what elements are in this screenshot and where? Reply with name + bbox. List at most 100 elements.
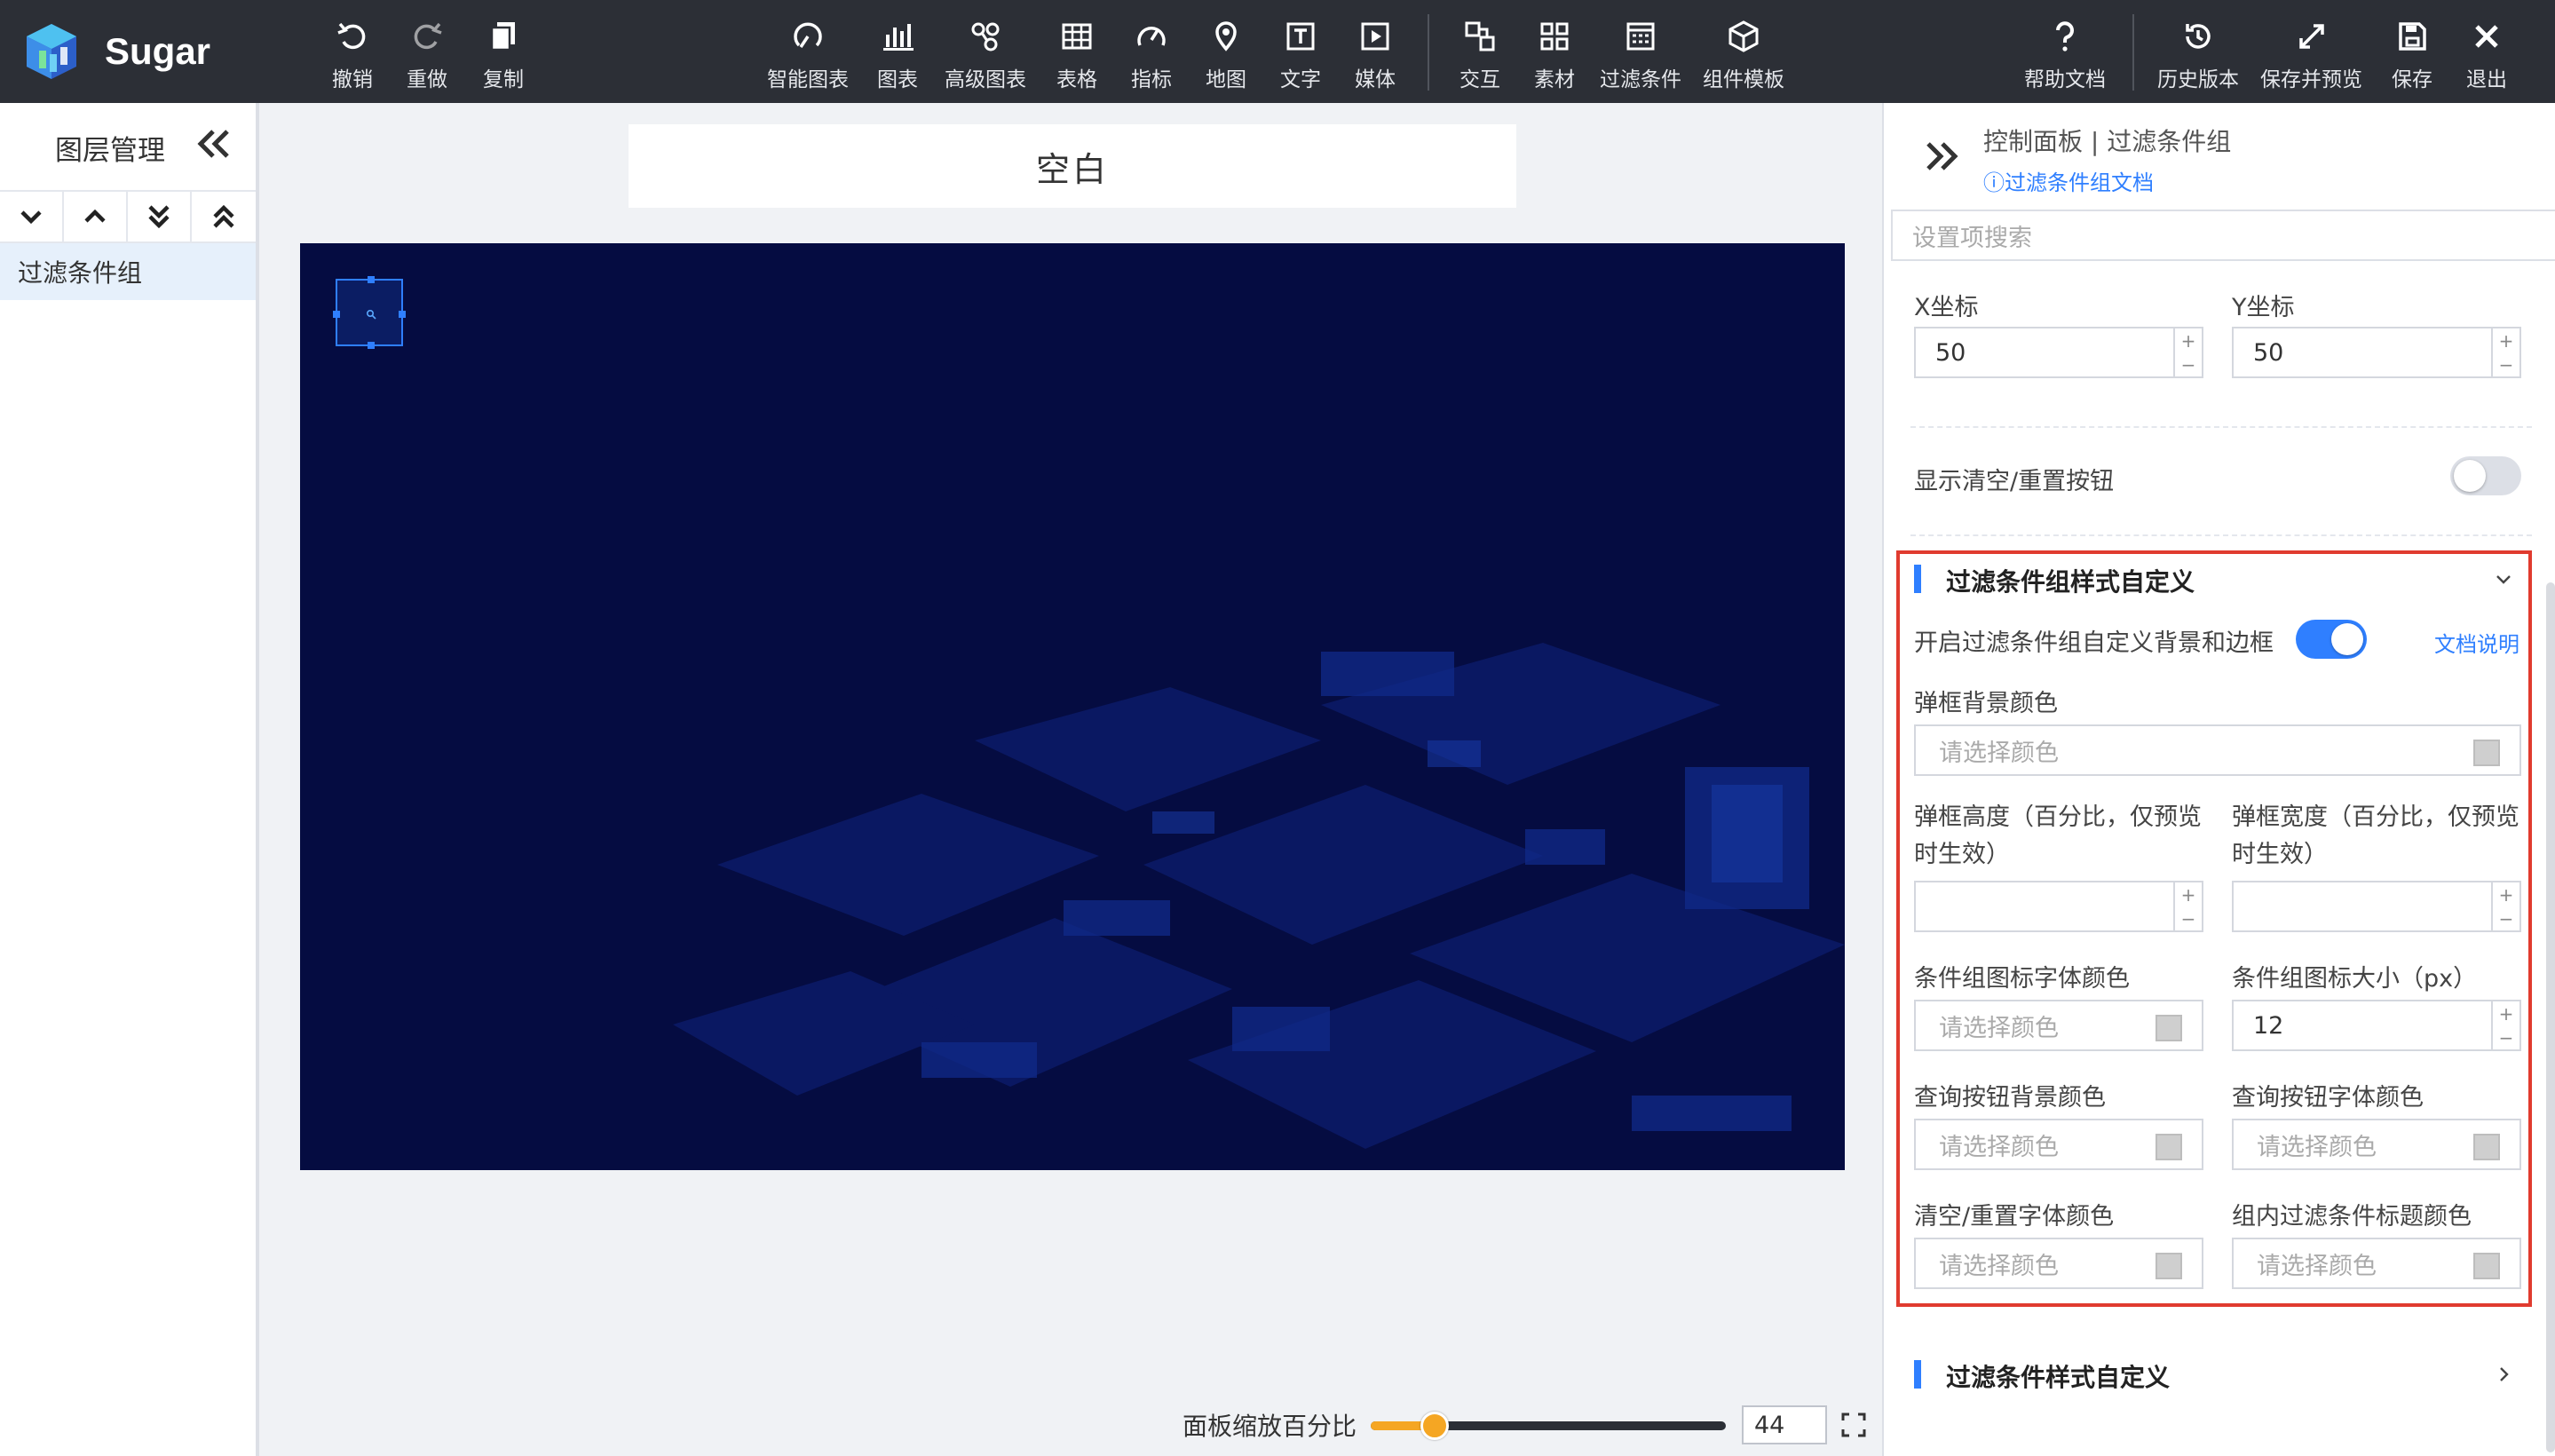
dashboard-canvas[interactable] [300, 243, 1845, 1170]
popup-width-input[interactable]: + − [2232, 881, 2521, 932]
move-top-button[interactable] [192, 192, 256, 241]
chevron-down-icon[interactable] [2493, 568, 2514, 590]
city-background-image [300, 243, 1845, 1149]
help-docs-button[interactable]: 帮助文档 [2024, 16, 2106, 96]
filter-button[interactable]: 过滤条件 [1600, 16, 1681, 96]
stepper-minus[interactable]: − [2499, 1027, 2514, 1048]
text-button[interactable]: 文字 [1280, 16, 1321, 96]
icon-size-input[interactable]: 12 + − [2232, 1000, 2521, 1051]
advanced-chart-button[interactable]: 高级图表 [945, 16, 1026, 96]
color-placeholder: 请选择颜色 [2257, 1252, 2377, 1280]
smart-chart-button[interactable]: 智能图表 [767, 16, 849, 96]
exit-button[interactable]: 退出 [2466, 16, 2507, 96]
doc-explanation-link[interactable]: 文档说明 [2434, 627, 2519, 658]
stepper-minus[interactable]: − [2499, 908, 2514, 930]
popup-bg-color-picker[interactable]: 请选择颜色 [1914, 724, 2521, 776]
chevron-up-icon [84, 209, 106, 223]
chart-button[interactable]: 图表 [877, 16, 918, 96]
filter-group-widget[interactable] [333, 276, 406, 349]
control-panel: 控制面板 | 过滤条件组 ⓘ过滤条件组文档 设置项搜索 X坐标 Y坐标 50 +… [1882, 103, 2555, 1456]
panel-doc-link[interactable]: ⓘ过滤条件组文档 [1983, 165, 2154, 196]
popup-width-label: 弹框宽度（百分比，仅预览时生效） [2232, 803, 2519, 868]
stepper-minus[interactable]: − [2181, 354, 2196, 376]
color-swatch [2156, 1253, 2182, 1279]
exit-label: 退出 [2466, 68, 2507, 91]
stepper-minus[interactable]: − [2181, 908, 2196, 930]
copy-button[interactable]: 复制 [483, 16, 524, 96]
stepper-plus[interactable]: + [2181, 330, 2196, 352]
layer-item-filter-group[interactable]: 过滤条件组 [0, 243, 256, 300]
resize-handle[interactable] [368, 276, 375, 283]
undo-button[interactable]: 撤销 [332, 16, 373, 96]
zoom-control: 面板缩放百分比 44 [1183, 1405, 1882, 1445]
query-font-color-picker[interactable]: 请选择颜色 [2232, 1119, 2521, 1170]
material-button[interactable]: 素材 [1534, 16, 1575, 96]
query-bg-color-picker[interactable]: 请选择颜色 [1914, 1119, 2203, 1170]
stepper-plus[interactable]: + [2499, 1003, 2514, 1025]
collapse-left-icon[interactable] [194, 126, 234, 162]
reset-font-color-picker[interactable]: 请选择颜色 [1914, 1238, 2203, 1289]
move-down-button[interactable] [0, 192, 64, 241]
layer-panel: 图层管理 过滤条件组 [0, 103, 259, 1456]
chart-label: 图表 [877, 68, 918, 91]
color-placeholder: 请选择颜色 [2257, 1133, 2377, 1161]
save-preview-button[interactable]: 保存并预览 [2260, 16, 2362, 96]
media-button[interactable]: 媒体 [1355, 16, 1396, 96]
section-title[interactable]: 过滤条件组样式自定义 [1946, 563, 2195, 598]
panel-doc-link-text: 过滤条件组文档 [2005, 170, 2154, 195]
stepper-plus[interactable]: + [2181, 884, 2196, 906]
move-bottom-button[interactable] [128, 192, 192, 241]
custom-bg-label: 开启过滤条件组自定义背景和边框 [1914, 629, 2274, 657]
table-button[interactable]: 表格 [1056, 16, 1097, 96]
settings-search-input[interactable]: 设置项搜索 [1891, 210, 2555, 261]
title-color-picker[interactable]: 请选择颜色 [2232, 1238, 2521, 1289]
panel-scrollbar[interactable] [2546, 582, 2555, 1452]
smart-chart-icon [794, 22, 822, 48]
stepper-plus[interactable]: + [2499, 330, 2514, 352]
resize-handle[interactable] [399, 311, 406, 318]
y-coord-stepper[interactable]: + − [2491, 328, 2519, 376]
redo-button[interactable]: 重做 [407, 16, 447, 96]
section-title[interactable]: 过滤条件样式自定义 [1946, 1358, 2170, 1394]
zoom-slider-thumb[interactable] [1420, 1412, 1449, 1440]
icon-font-color-picker[interactable]: 请选择颜色 [1914, 1000, 2203, 1051]
canvas-title[interactable]: 空白 [629, 124, 1516, 208]
resize-handle[interactable] [333, 311, 340, 318]
popup-height-stepper[interactable]: + − [2173, 882, 2202, 930]
layer-panel-header: 图层管理 [0, 103, 256, 190]
stepper-plus[interactable]: + [2499, 884, 2514, 906]
interaction-button[interactable]: 交互 [1459, 16, 1500, 96]
collapse-right-icon[interactable] [1923, 138, 1962, 174]
help-docs-label: 帮助文档 [2024, 68, 2106, 91]
popup-width-stepper[interactable]: + − [2491, 882, 2519, 930]
color-placeholder: 请选择颜色 [1939, 739, 2059, 767]
help-icon [2056, 21, 2074, 51]
double-chevron-down-icon [148, 205, 170, 229]
panel-breadcrumb: 控制面板 | 过滤条件组 [1983, 127, 2232, 156]
zoom-input[interactable]: 44 [1742, 1405, 1827, 1444]
custom-bg-toggle[interactable] [2296, 620, 2367, 659]
map-label: 地图 [1206, 68, 1246, 91]
history-label: 历史版本 [2157, 68, 2239, 91]
icon-size-stepper[interactable]: + − [2491, 1001, 2519, 1049]
top-toolbar: Sugar 撤销 重做 复制 智能图表 图表 高级图表 表格 指标 地图 文字 … [0, 0, 2555, 103]
resize-handle[interactable] [368, 342, 375, 349]
chevron-right-icon[interactable] [2493, 1364, 2514, 1385]
interaction-label: 交互 [1459, 68, 1500, 91]
move-up-button[interactable] [64, 192, 128, 241]
fullscreen-icon[interactable] [1839, 1411, 1868, 1439]
zoom-slider[interactable] [1371, 1410, 1726, 1440]
map-button[interactable]: 地图 [1206, 16, 1246, 96]
x-coord-input[interactable]: 50 + − [1914, 327, 2203, 378]
reset-button-toggle[interactable] [2450, 456, 2521, 495]
y-coord-input[interactable]: 50 + − [2232, 327, 2521, 378]
stepper-minus[interactable]: − [2499, 354, 2514, 376]
popup-height-input[interactable]: + − [1914, 881, 2203, 932]
divider [1910, 534, 2532, 536]
indicator-button[interactable]: 指标 [1131, 16, 1172, 96]
history-button[interactable]: 历史版本 [2157, 16, 2239, 96]
component-template-button[interactable]: 组件模板 [1703, 16, 1784, 96]
x-coord-stepper[interactable]: + − [2173, 328, 2202, 376]
save-button[interactable]: 保存 [2392, 16, 2432, 96]
map-pin-icon [1215, 21, 1237, 51]
